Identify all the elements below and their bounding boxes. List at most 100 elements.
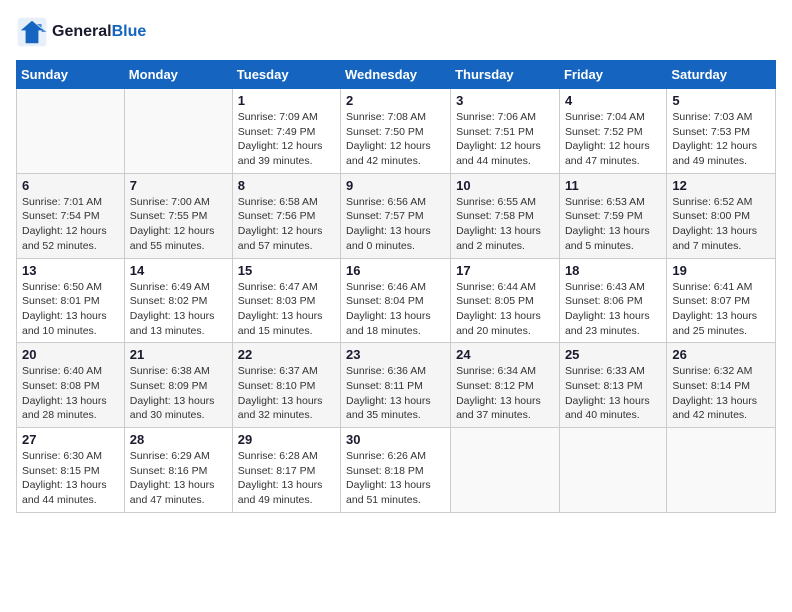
day-info: Sunrise: 6:34 AM Sunset: 8:12 PM Dayligh…	[456, 364, 554, 423]
day-number: 5	[672, 93, 770, 108]
day-number: 13	[22, 263, 119, 278]
day-number: 25	[565, 347, 661, 362]
day-info: Sunrise: 7:08 AM Sunset: 7:50 PM Dayligh…	[346, 110, 445, 169]
day-info: Sunrise: 6:56 AM Sunset: 7:57 PM Dayligh…	[346, 195, 445, 254]
day-number: 27	[22, 432, 119, 447]
calendar-cell: 24 Sunrise: 6:34 AM Sunset: 8:12 PM Dayli…	[451, 343, 560, 428]
calendar-cell: 30 Sunrise: 6:26 AM Sunset: 8:18 PM Dayli…	[341, 428, 451, 513]
day-number: 21	[130, 347, 227, 362]
calendar-cell	[667, 428, 776, 513]
calendar-cell: 26Sunrise: 6:32 AM Sunset: 8:14 PM Dayli…	[667, 343, 776, 428]
calendar-cell	[124, 89, 232, 174]
calendar-cell: 8 Sunrise: 6:58 AM Sunset: 7:56 PM Daylig…	[232, 173, 340, 258]
day-info: Sunrise: 6:38 AM Sunset: 8:09 PM Dayligh…	[130, 364, 227, 423]
day-info: Sunrise: 6:43 AM Sunset: 8:06 PM Dayligh…	[565, 280, 661, 339]
calendar-cell: 3 Sunrise: 7:06 AM Sunset: 7:51 PM Daylig…	[451, 89, 560, 174]
calendar-cell: 19Sunrise: 6:41 AM Sunset: 8:07 PM Dayli…	[667, 258, 776, 343]
day-info: Sunrise: 6:36 AM Sunset: 8:11 PM Dayligh…	[346, 364, 445, 423]
day-header-saturday: Saturday	[667, 61, 776, 89]
day-number: 28	[130, 432, 227, 447]
calendar-cell: 29 Sunrise: 6:28 AM Sunset: 8:17 PM Dayli…	[232, 428, 340, 513]
calendar-cell: 27 Sunrise: 6:30 AM Sunset: 8:15 PM Dayli…	[17, 428, 125, 513]
day-info: Sunrise: 6:40 AM Sunset: 8:08 PM Dayligh…	[22, 364, 119, 423]
calendar-cell: 22 Sunrise: 6:37 AM Sunset: 8:10 PM Dayli…	[232, 343, 340, 428]
calendar-cell: 1 Sunrise: 7:09 AM Sunset: 7:49 PM Daylig…	[232, 89, 340, 174]
day-number: 16	[346, 263, 445, 278]
day-info: Sunrise: 7:04 AM Sunset: 7:52 PM Dayligh…	[565, 110, 661, 169]
calendar-cell: 21 Sunrise: 6:38 AM Sunset: 8:09 PM Dayli…	[124, 343, 232, 428]
calendar-cell: 17 Sunrise: 6:44 AM Sunset: 8:05 PM Dayli…	[451, 258, 560, 343]
day-number: 24	[456, 347, 554, 362]
day-number: 9	[346, 178, 445, 193]
calendar-table: SundayMondayTuesdayWednesdayThursdayFrid…	[16, 60, 776, 513]
day-header-wednesday: Wednesday	[341, 61, 451, 89]
day-number: 26	[672, 347, 770, 362]
day-number: 20	[22, 347, 119, 362]
logo: GeneralBlue	[16, 16, 146, 48]
calendar-cell: 2 Sunrise: 7:08 AM Sunset: 7:50 PM Daylig…	[341, 89, 451, 174]
day-number: 10	[456, 178, 554, 193]
calendar-cell: 11 Sunrise: 6:53 AM Sunset: 7:59 PM Dayli…	[559, 173, 666, 258]
day-header-tuesday: Tuesday	[232, 61, 340, 89]
calendar-cell: 12 Sunrise: 6:52 AM Sunset: 8:00 PM Dayli…	[667, 173, 776, 258]
day-info: Sunrise: 6:50 AM Sunset: 8:01 PM Dayligh…	[22, 280, 119, 339]
calendar-cell: 9 Sunrise: 6:56 AM Sunset: 7:57 PM Daylig…	[341, 173, 451, 258]
day-number: 23	[346, 347, 445, 362]
day-number: 7	[130, 178, 227, 193]
day-number: 4	[565, 93, 661, 108]
day-number: 11	[565, 178, 661, 193]
calendar-cell: 6 Sunrise: 7:01 AM Sunset: 7:54 PM Daylig…	[17, 173, 125, 258]
day-number: 12	[672, 178, 770, 193]
day-info: Sunrise: 6:44 AM Sunset: 8:05 PM Dayligh…	[456, 280, 554, 339]
calendar-cell: 10 Sunrise: 6:55 AM Sunset: 7:58 PM Dayli…	[451, 173, 560, 258]
day-number: 19	[672, 263, 770, 278]
calendar-cell: 14 Sunrise: 6:49 AM Sunset: 8:02 PM Dayli…	[124, 258, 232, 343]
day-info: Sunrise: 6:28 AM Sunset: 8:17 PM Dayligh…	[238, 449, 335, 508]
calendar-cell: 18 Sunrise: 6:43 AM Sunset: 8:06 PM Dayli…	[559, 258, 666, 343]
day-number: 1	[238, 93, 335, 108]
day-header-monday: Monday	[124, 61, 232, 89]
week-row-3: 13 Sunrise: 6:50 AM Sunset: 8:01 PM Dayli…	[17, 258, 776, 343]
page-header: GeneralBlue	[16, 16, 776, 48]
calendar-cell	[559, 428, 666, 513]
calendar-cell: 23 Sunrise: 6:36 AM Sunset: 8:11 PM Dayli…	[341, 343, 451, 428]
day-info: Sunrise: 6:37 AM Sunset: 8:10 PM Dayligh…	[238, 364, 335, 423]
day-info: Sunrise: 6:49 AM Sunset: 8:02 PM Dayligh…	[130, 280, 227, 339]
day-info: Sunrise: 7:09 AM Sunset: 7:49 PM Dayligh…	[238, 110, 335, 169]
day-info: Sunrise: 6:55 AM Sunset: 7:58 PM Dayligh…	[456, 195, 554, 254]
day-number: 18	[565, 263, 661, 278]
calendar-cell: 20 Sunrise: 6:40 AM Sunset: 8:08 PM Dayli…	[17, 343, 125, 428]
day-info: Sunrise: 6:26 AM Sunset: 8:18 PM Dayligh…	[346, 449, 445, 508]
day-number: 30	[346, 432, 445, 447]
day-number: 17	[456, 263, 554, 278]
day-header-friday: Friday	[559, 61, 666, 89]
calendar-cell: 28Sunrise: 6:29 AM Sunset: 8:16 PM Dayli…	[124, 428, 232, 513]
day-info: Sunrise: 6:53 AM Sunset: 7:59 PM Dayligh…	[565, 195, 661, 254]
day-info: Sunrise: 6:52 AM Sunset: 8:00 PM Dayligh…	[672, 195, 770, 254]
day-number: 22	[238, 347, 335, 362]
calendar-cell: 13 Sunrise: 6:50 AM Sunset: 8:01 PM Dayli…	[17, 258, 125, 343]
day-info: Sunrise: 7:00 AM Sunset: 7:55 PM Dayligh…	[130, 195, 227, 254]
week-row-1: 1 Sunrise: 7:09 AM Sunset: 7:49 PM Daylig…	[17, 89, 776, 174]
day-number: 15	[238, 263, 335, 278]
day-info: Sunrise: 7:01 AM Sunset: 7:54 PM Dayligh…	[22, 195, 119, 254]
day-number: 6	[22, 178, 119, 193]
day-number: 14	[130, 263, 227, 278]
day-info: Sunrise: 7:03 AM Sunset: 7:53 PM Dayligh…	[672, 110, 770, 169]
week-row-2: 6 Sunrise: 7:01 AM Sunset: 7:54 PM Daylig…	[17, 173, 776, 258]
calendar-cell: 16Sunrise: 6:46 AM Sunset: 8:04 PM Dayli…	[341, 258, 451, 343]
day-number: 29	[238, 432, 335, 447]
day-info: Sunrise: 6:30 AM Sunset: 8:15 PM Dayligh…	[22, 449, 119, 508]
day-number: 2	[346, 93, 445, 108]
logo-icon	[16, 16, 48, 48]
day-header-sunday: Sunday	[17, 61, 125, 89]
calendar-header-row: SundayMondayTuesdayWednesdayThursdayFrid…	[17, 61, 776, 89]
day-number: 3	[456, 93, 554, 108]
day-info: Sunrise: 6:33 AM Sunset: 8:13 PM Dayligh…	[565, 364, 661, 423]
day-number: 8	[238, 178, 335, 193]
day-info: Sunrise: 7:06 AM Sunset: 7:51 PM Dayligh…	[456, 110, 554, 169]
day-info: Sunrise: 6:58 AM Sunset: 7:56 PM Dayligh…	[238, 195, 335, 254]
calendar-cell: 25 Sunrise: 6:33 AM Sunset: 8:13 PM Dayli…	[559, 343, 666, 428]
calendar-cell: 5 Sunrise: 7:03 AM Sunset: 7:53 PM Daylig…	[667, 89, 776, 174]
logo-text: GeneralBlue	[52, 23, 146, 41]
